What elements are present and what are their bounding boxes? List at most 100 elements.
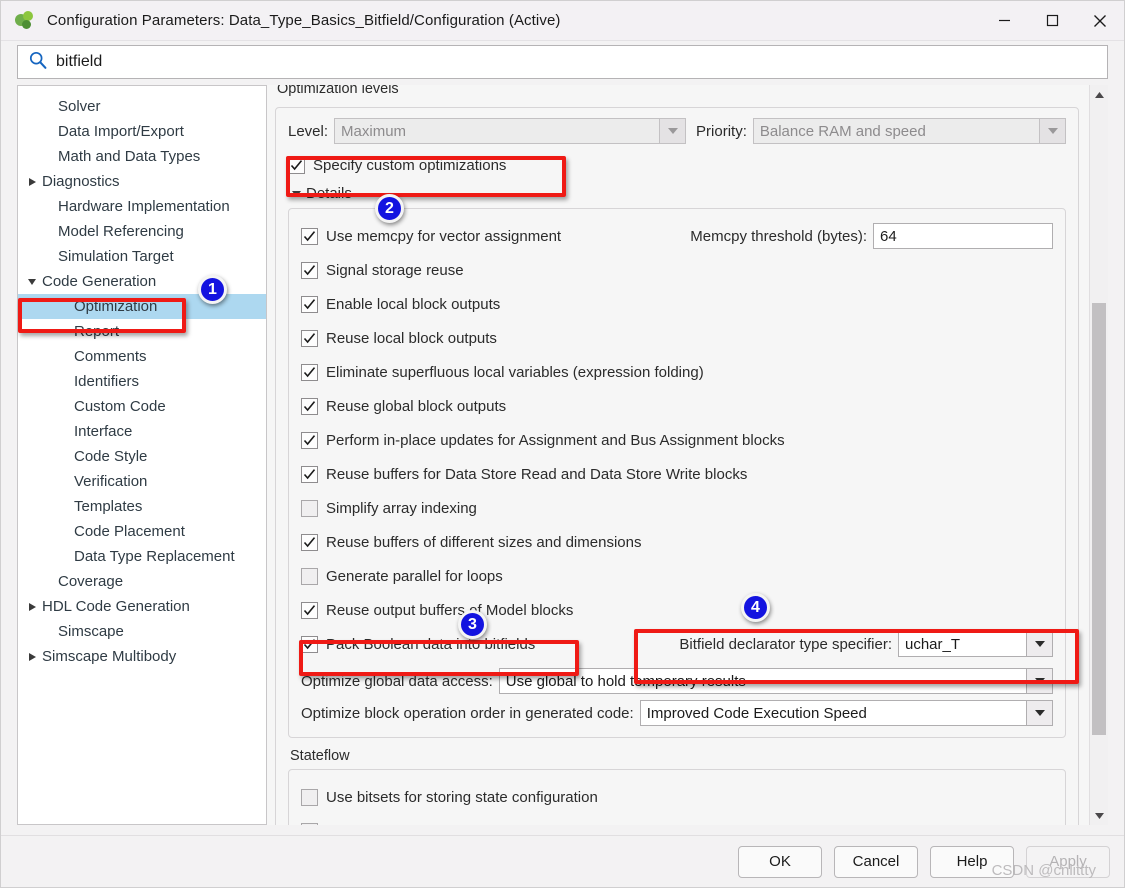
checkbox-pack-boolean-data-into-bitfields[interactable]: Pack Boolean data into bitfields	[301, 633, 535, 655]
window-controls	[980, 1, 1124, 40]
checkbox-use-memcpy-for-vector-assignment[interactable]: Use memcpy for vector assignment	[301, 225, 561, 247]
checkbox-use-bitsets-for-storing-state-configuration[interactable]: Use bitsets for storing state configurat…	[301, 786, 598, 808]
chevron-down-icon[interactable]	[659, 119, 686, 143]
checkbox-perform-in-place-updates-for-assignment-and-[interactable]: Perform in-place updates for Assignment …	[301, 429, 785, 451]
checkbox-box[interactable]	[301, 533, 318, 551]
sidebar-item-data-import-export[interactable]: Data Import/Export	[18, 119, 266, 144]
optimization-option-row: Generate parallel for loops	[301, 559, 1053, 593]
close-button[interactable]	[1076, 1, 1124, 40]
checkbox-box[interactable]	[301, 227, 318, 245]
optimize-block-operation-order-combobox[interactable]: Improved Code Execution Speed	[639, 700, 1053, 726]
help-button[interactable]: Help	[930, 845, 1014, 878]
sidebar-item-math-and-data-types[interactable]: Math and Data Types	[18, 144, 266, 169]
search-input[interactable]	[56, 53, 1099, 71]
sidebar-item-optimization[interactable]: Optimization	[18, 294, 266, 319]
sidebar-item-label: Identifiers	[74, 373, 140, 390]
chevron-down-icon[interactable]	[24, 277, 40, 286]
details-disclosure[interactable]: Details	[288, 185, 1066, 202]
sidebar-item-identifiers[interactable]: Identifiers	[18, 369, 266, 394]
chevron-down-icon[interactable]	[1026, 669, 1052, 693]
checkbox-generate-parallel-for-loops[interactable]: Generate parallel for loops	[301, 565, 503, 587]
checkbox-box[interactable]	[301, 822, 318, 825]
scroll-down-button[interactable]	[1090, 806, 1108, 825]
checkbox-reuse-output-buffers-of-model-blocks[interactable]: Reuse output buffers of Model blocks	[301, 599, 573, 621]
ok-button[interactable]: OK	[738, 845, 822, 878]
chevron-down-icon[interactable]	[1026, 632, 1052, 656]
checkbox-reuse-buffers-for-data-store-read-and-data-s[interactable]: Reuse buffers for Data Store Read and Da…	[301, 463, 747, 485]
checkbox-simplify-array-indexing[interactable]: Simplify array indexing	[301, 497, 477, 519]
sidebar-item-data-type-replacement[interactable]: Data Type Replacement	[18, 544, 266, 569]
level-combobox[interactable]: Maximum	[334, 118, 687, 144]
sidebar-item-code-placement[interactable]: Code Placement	[18, 519, 266, 544]
search-bar-row	[1, 41, 1124, 85]
chevron-down-icon[interactable]	[288, 188, 304, 199]
sidebar-item-templates[interactable]: Templates	[18, 494, 266, 519]
sidebar-item-label: Optimization	[74, 298, 158, 315]
sidebar-item-verification[interactable]: Verification	[18, 469, 266, 494]
checkbox-signal-storage-reuse[interactable]: Signal storage reuse	[301, 259, 464, 281]
priority-combobox[interactable]: Balance RAM and speed	[752, 118, 1066, 144]
sidebar-item-coverage[interactable]: Coverage	[18, 569, 266, 594]
cancel-button[interactable]: Cancel	[834, 845, 918, 878]
search-box[interactable]	[17, 45, 1108, 79]
configuration-parameters-window: Configuration Parameters: Data_Type_Basi…	[0, 0, 1125, 888]
sidebar-item-code-style[interactable]: Code Style	[18, 444, 266, 469]
checkbox-label: Pack Boolean data into bitfields	[326, 635, 536, 653]
checkbox-box[interactable]	[301, 465, 318, 483]
chevron-right-icon[interactable]	[24, 602, 40, 612]
checkbox-box[interactable]	[301, 788, 318, 806]
bitfield-declarator-combobox[interactable]: uchar_T	[898, 631, 1053, 657]
optimization-option-row: Eliminate superfluous local variables (e…	[301, 355, 1053, 389]
scroll-up-button[interactable]	[1090, 85, 1108, 104]
memcpy-threshold-input[interactable]: 64	[873, 223, 1053, 249]
checkbox-box[interactable]	[301, 329, 318, 347]
checkbox-reuse-buffers-of-different-sizes-and-dimensi[interactable]: Reuse buffers of different sizes and dim…	[301, 531, 641, 553]
checkbox-use-bitsets-for-storing-boolean-data[interactable]: Use bitsets for storing Boolean data	[301, 820, 564, 825]
checkbox-box[interactable]	[301, 431, 318, 449]
chevron-right-icon[interactable]	[24, 652, 40, 662]
minimize-button[interactable]	[980, 1, 1028, 40]
sidebar-item-model-referencing[interactable]: Model Referencing	[18, 219, 266, 244]
sidebar-item-simulation-target[interactable]: Simulation Target	[18, 244, 266, 269]
sidebar-item-diagnostics[interactable]: Diagnostics	[18, 169, 266, 194]
sidebar-item-solver[interactable]: Solver	[18, 94, 266, 119]
checkbox-label: Use bitsets for storing Boolean data	[326, 823, 564, 826]
checkbox-box[interactable]	[288, 156, 305, 174]
checkbox-label: Simplify array indexing	[326, 499, 477, 517]
checkbox-reuse-local-block-outputs[interactable]: Reuse local block outputs	[301, 327, 497, 349]
checkbox-box[interactable]	[301, 499, 318, 517]
checkbox-box[interactable]	[301, 601, 318, 619]
scrollbar-thumb[interactable]	[1092, 303, 1106, 735]
chevron-down-icon[interactable]	[1026, 701, 1052, 725]
title-bar: Configuration Parameters: Data_Type_Basi…	[1, 1, 1124, 41]
checkbox-box[interactable]	[301, 363, 318, 381]
checkbox-box[interactable]	[301, 295, 318, 313]
checkbox-box[interactable]	[301, 567, 318, 585]
sidebar-item-comments[interactable]: Comments	[18, 344, 266, 369]
optimize-global-data-access-combobox[interactable]: Use global to hold temporary results	[498, 668, 1053, 694]
specify-custom-optimizations-checkbox[interactable]: Specify custom optimizations	[288, 152, 1066, 178]
checkbox-label: Eliminate superfluous local variables (e…	[326, 363, 704, 381]
settings-tree[interactable]: Solver Data Import/Export Math and Data Ty…	[17, 85, 267, 825]
sidebar-item-code-generation[interactable]: Code Generation	[18, 269, 266, 294]
sidebar-item-custom-code[interactable]: Custom Code	[18, 394, 266, 419]
checkbox-box[interactable]	[301, 261, 318, 279]
checkbox-box[interactable]	[301, 397, 318, 415]
checkbox-enable-local-block-outputs[interactable]: Enable local block outputs	[301, 293, 500, 315]
search-icon	[28, 50, 50, 75]
checkbox-reuse-global-block-outputs[interactable]: Reuse global block outputs	[301, 395, 506, 417]
chevron-right-icon[interactable]	[24, 177, 40, 187]
sidebar-item-report[interactable]: Report	[18, 319, 266, 344]
vertical-scrollbar[interactable]	[1089, 85, 1108, 825]
sidebar-item-label: Data Import/Export	[58, 123, 184, 140]
checkbox-box[interactable]	[301, 635, 318, 653]
sidebar-item-hdl-code-generation[interactable]: HDL Code Generation	[18, 594, 266, 619]
checkbox-eliminate-superfluous-local-variables-expres[interactable]: Eliminate superfluous local variables (e…	[301, 361, 704, 383]
chevron-down-icon[interactable]	[1039, 119, 1065, 143]
maximize-button[interactable]	[1028, 1, 1076, 40]
optimization-option-row: Reuse buffers for Data Store Read and Da…	[301, 457, 1053, 491]
sidebar-item-interface[interactable]: Interface	[18, 419, 266, 444]
sidebar-item-simscape[interactable]: Simscape	[18, 619, 266, 644]
sidebar-item-simscape-multibody[interactable]: Simscape Multibody	[18, 644, 266, 669]
sidebar-item-hardware-implementation[interactable]: Hardware Implementation	[18, 194, 266, 219]
